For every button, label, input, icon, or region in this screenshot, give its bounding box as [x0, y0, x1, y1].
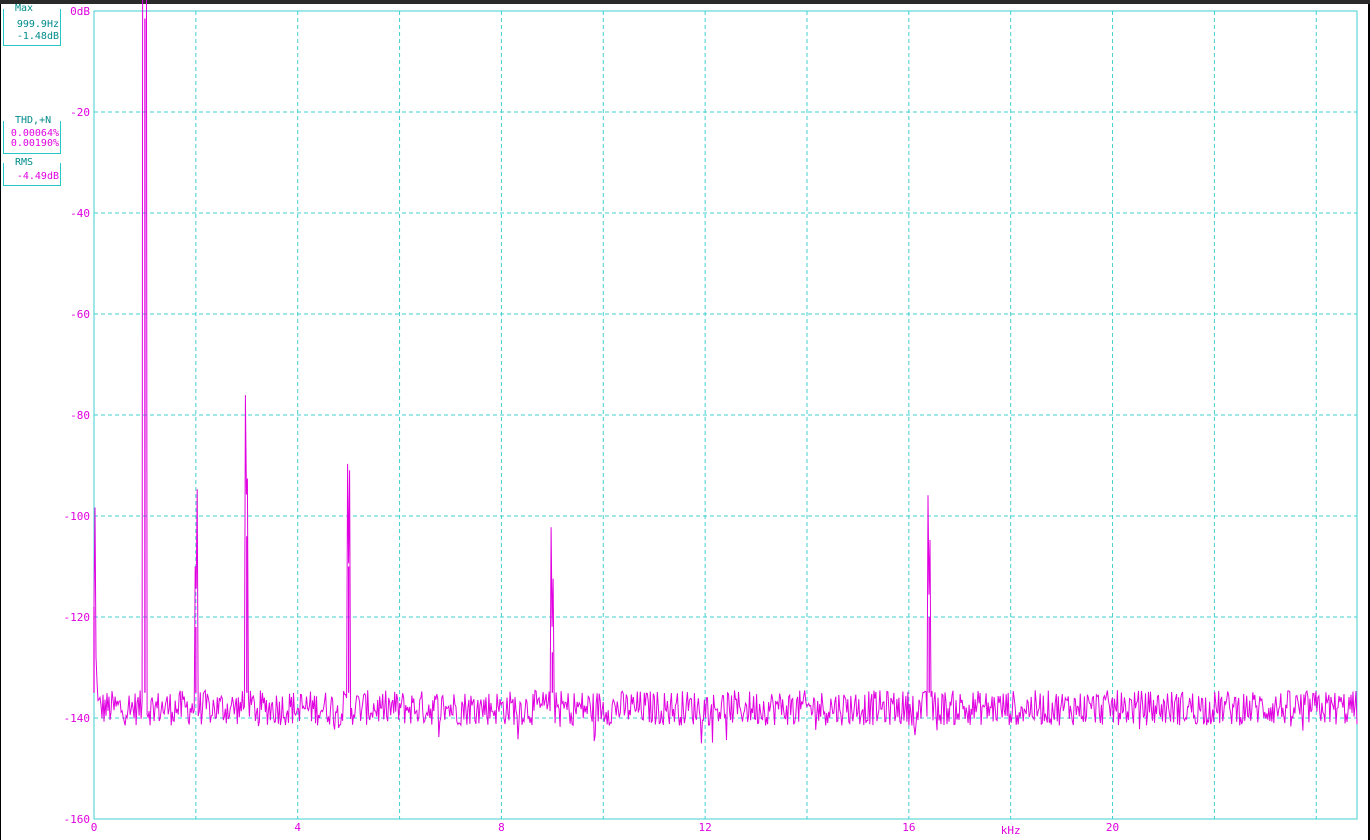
spectrum-window: 0dB -20 -40 -60 -80 -100 -120 -140 -1600 4 8 12 16 20… — [0, 0, 1370, 840]
x-tick-label: 16 — [902, 821, 915, 834]
thd-readout: THD,+N 0.00064% 0.00190% — [3, 116, 61, 154]
y-tick-label: -60 — [70, 308, 90, 321]
x-tick-label: 20 — [1106, 821, 1119, 834]
top-border — [0, 0, 1370, 4]
y-tick-label: -120 — [64, 611, 91, 624]
x-tick-label: 4 — [294, 821, 301, 834]
x-tick-label: 8 — [498, 821, 505, 834]
thd-title: THD,+N — [13, 115, 54, 126]
max-level: -1.48dB — [16, 31, 59, 42]
x-tick-label: 12 — [699, 821, 712, 834]
max-frequency: 999.9Hz — [16, 19, 59, 30]
y-tick-label: -100 — [64, 510, 91, 523]
rms-value: -4.49dB — [16, 171, 59, 182]
y-tick-label: -40 — [70, 207, 90, 220]
thdn-value: 0.00190% — [10, 138, 59, 149]
x-tick-label: 0 — [91, 821, 98, 834]
rms-title: RMS — [13, 157, 36, 168]
max-readout: Max 999.9Hz -1.48dB — [3, 4, 61, 46]
max-title: Max — [13, 3, 36, 14]
y-tick-label: -80 — [70, 409, 90, 422]
y-tick-label: -160 — [64, 813, 91, 826]
rms-readout: RMS -4.49dB — [3, 158, 61, 186]
x-axis-label: kHz — [1001, 824, 1021, 837]
y-tick-label: 0dB — [70, 5, 90, 18]
y-tick-label: -140 — [64, 712, 91, 725]
y-tick-label: -20 — [70, 106, 90, 119]
